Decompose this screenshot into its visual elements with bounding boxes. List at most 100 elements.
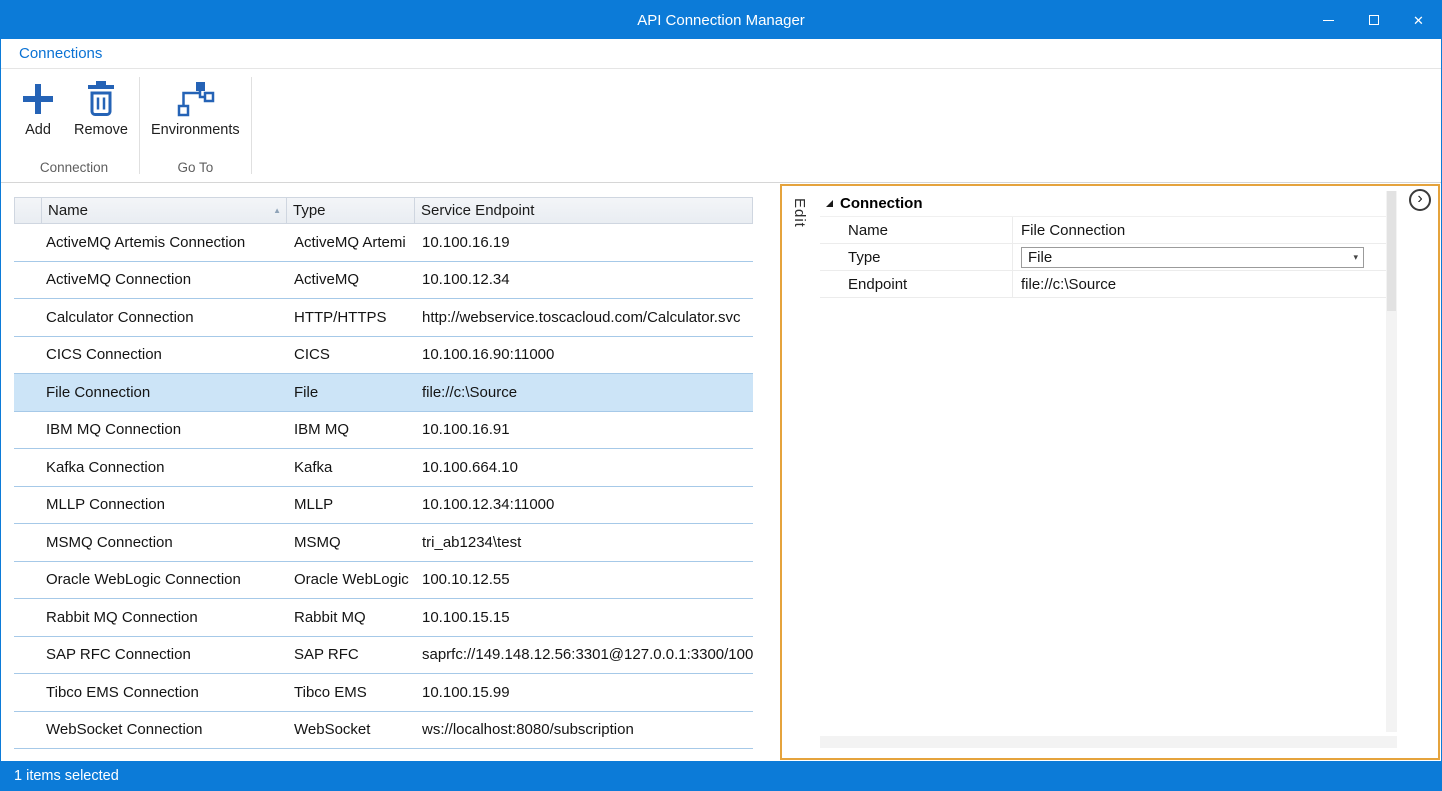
table-row[interactable]: WebSocket ConnectionWebSocketws://localh… (14, 712, 753, 750)
row-selector (14, 337, 41, 374)
expander-icon[interactable] (826, 200, 833, 207)
property-grid: NameFile ConnectionType File ▾ Endpointfile… (820, 216, 1386, 298)
remove-button[interactable]: Remove (65, 74, 137, 140)
table-header-row: Name ▲ Type Service Endpoint (14, 197, 753, 224)
remove-button-label: Remove (74, 122, 128, 138)
row-selector (14, 449, 41, 486)
property-row: NameFile Connection (820, 217, 1386, 244)
column-header-endpoint[interactable]: Service Endpoint (415, 198, 752, 223)
column-header-name-label: Name (48, 202, 88, 219)
type-select[interactable]: File ▾ (1021, 247, 1364, 268)
cell-type: HTTP/HTTPS (286, 299, 414, 336)
edit-panel: Edit Connection NameFile ConnectionTypeF… (780, 184, 1440, 760)
ribbon-group-separator (251, 77, 252, 174)
column-header-name[interactable]: Name ▲ (42, 198, 287, 223)
main-content: Name ▲ Type Service Endpoint ActiveMQ Ar… (1, 183, 1441, 761)
cell-type: Tibco EMS (286, 674, 414, 711)
row-selector (14, 637, 41, 674)
cell-name: Tibco EMS Connection (41, 674, 286, 711)
group-label-connection: Connection (11, 156, 137, 182)
cell-endpoint: saprfc://149.148.12.56:3301@127.0.0.1:33… (414, 637, 753, 674)
property-value[interactable]: File Connection (1012, 217, 1386, 243)
close-icon: ✕ (1413, 14, 1424, 27)
chevron-down-icon: ▾ (1353, 252, 1363, 263)
category-row-connection[interactable]: Connection (820, 191, 1386, 216)
table-row[interactable]: ActiveMQ Artemis ConnectionActiveMQ Arte… (14, 224, 753, 262)
property-value[interactable]: file://c:\Source (1012, 271, 1386, 297)
edit-tab[interactable]: Edit (791, 198, 808, 228)
property-label: Name (840, 217, 1012, 243)
vertical-scrollbar[interactable] (1386, 191, 1397, 732)
table-row[interactable]: Oracle WebLogic ConnectionOracle WebLogi… (14, 562, 753, 600)
cell-endpoint: http://webservice.toscacloud.com/Calcula… (414, 299, 753, 336)
trash-icon (85, 77, 117, 121)
ribbon: Add Remove Connection (1, 69, 1441, 183)
cell-endpoint: 10.100.16.91 (414, 412, 753, 449)
cell-type: ActiveMQ (286, 262, 414, 299)
window-title: API Connection Manager (1, 12, 1441, 29)
ribbon-group-connection: Add Remove Connection (11, 69, 137, 182)
minimize-button[interactable] (1306, 1, 1351, 39)
type-select-value: File (1028, 249, 1052, 266)
row-selector (14, 599, 41, 636)
property-label: Type (840, 244, 1012, 270)
menubar: Connections (1, 39, 1441, 69)
cell-name: Oracle WebLogic Connection (41, 562, 286, 599)
status-bar: 1 items selected (1, 761, 1441, 790)
close-button[interactable]: ✕ (1396, 1, 1441, 39)
cell-type: File (286, 374, 414, 411)
tab-connections[interactable]: Connections (19, 45, 102, 62)
table-row[interactable]: ActiveMQ ConnectionActiveMQ10.100.12.34 (14, 262, 753, 300)
row-selector (14, 674, 41, 711)
property-indent (820, 244, 840, 270)
add-icon (20, 77, 56, 121)
row-selector (14, 487, 41, 524)
cell-endpoint: 10.100.15.15 (414, 599, 753, 636)
cell-type: Rabbit MQ (286, 599, 414, 636)
property-label: Endpoint (840, 271, 1012, 297)
cell-name: MSMQ Connection (41, 524, 286, 561)
table-row[interactable]: SAP RFC ConnectionSAP RFCsaprfc://149.14… (14, 637, 753, 675)
collapse-panel-button[interactable]: › (1409, 189, 1431, 211)
add-button[interactable]: Add (11, 74, 65, 140)
table-row[interactable]: MLLP ConnectionMLLP10.100.12.34:11000 (14, 487, 753, 525)
column-header-type-label: Type (293, 202, 326, 219)
table-row[interactable]: File ConnectionFilefile://c:\Source (14, 374, 753, 412)
cell-type: Kafka (286, 449, 414, 486)
cell-type: CICS (286, 337, 414, 374)
table-row[interactable]: Rabbit MQ ConnectionRabbit MQ10.100.15.1… (14, 599, 753, 637)
row-selector (14, 562, 41, 599)
table-row[interactable]: IBM MQ ConnectionIBM MQ10.100.16.91 (14, 412, 753, 450)
maximize-icon (1369, 15, 1379, 25)
connections-table-area: Name ▲ Type Service Endpoint ActiveMQ Ar… (1, 183, 753, 761)
cell-name: ActiveMQ Artemis Connection (41, 224, 286, 261)
table-row[interactable]: Kafka ConnectionKafka10.100.664.10 (14, 449, 753, 487)
table-row[interactable]: Tibco EMS ConnectionTibco EMS10.100.15.9… (14, 674, 753, 712)
table-row[interactable]: CICS ConnectionCICS10.100.16.90:11000 (14, 337, 753, 375)
cell-name: ActiveMQ Connection (41, 262, 286, 299)
column-header-type[interactable]: Type (287, 198, 415, 223)
cell-name: SAP RFC Connection (41, 637, 286, 674)
cell-name: MLLP Connection (41, 487, 286, 524)
cell-endpoint: 100.10.12.55 (414, 562, 753, 599)
table-row[interactable]: MSMQ ConnectionMSMQtri_ab1234\test (14, 524, 753, 562)
cell-endpoint: ws://localhost:8080/subscription (414, 712, 753, 749)
property-row: Endpointfile://c:\Source (820, 271, 1386, 298)
column-header-endpoint-label: Service Endpoint (421, 202, 534, 219)
environments-button[interactable]: Environments (142, 74, 249, 140)
cell-endpoint: tri_ab1234\test (414, 524, 753, 561)
add-button-label: Add (25, 122, 51, 138)
connections-table-body: ActiveMQ Artemis ConnectionActiveMQ Arte… (14, 224, 753, 749)
cell-name: File Connection (41, 374, 286, 411)
cell-name: CICS Connection (41, 337, 286, 374)
cell-type: MSMQ (286, 524, 414, 561)
vertical-scrollbar-thumb[interactable] (1387, 191, 1396, 311)
property-indent (820, 217, 840, 243)
row-selector (14, 299, 41, 336)
horizontal-scrollbar[interactable] (820, 736, 1397, 748)
maximize-button[interactable] (1351, 1, 1396, 39)
row-selector (14, 712, 41, 749)
titlebar[interactable]: API Connection Manager ✕ (1, 1, 1441, 39)
cell-name: IBM MQ Connection (41, 412, 286, 449)
table-row[interactable]: Calculator ConnectionHTTP/HTTPShttp://we… (14, 299, 753, 337)
